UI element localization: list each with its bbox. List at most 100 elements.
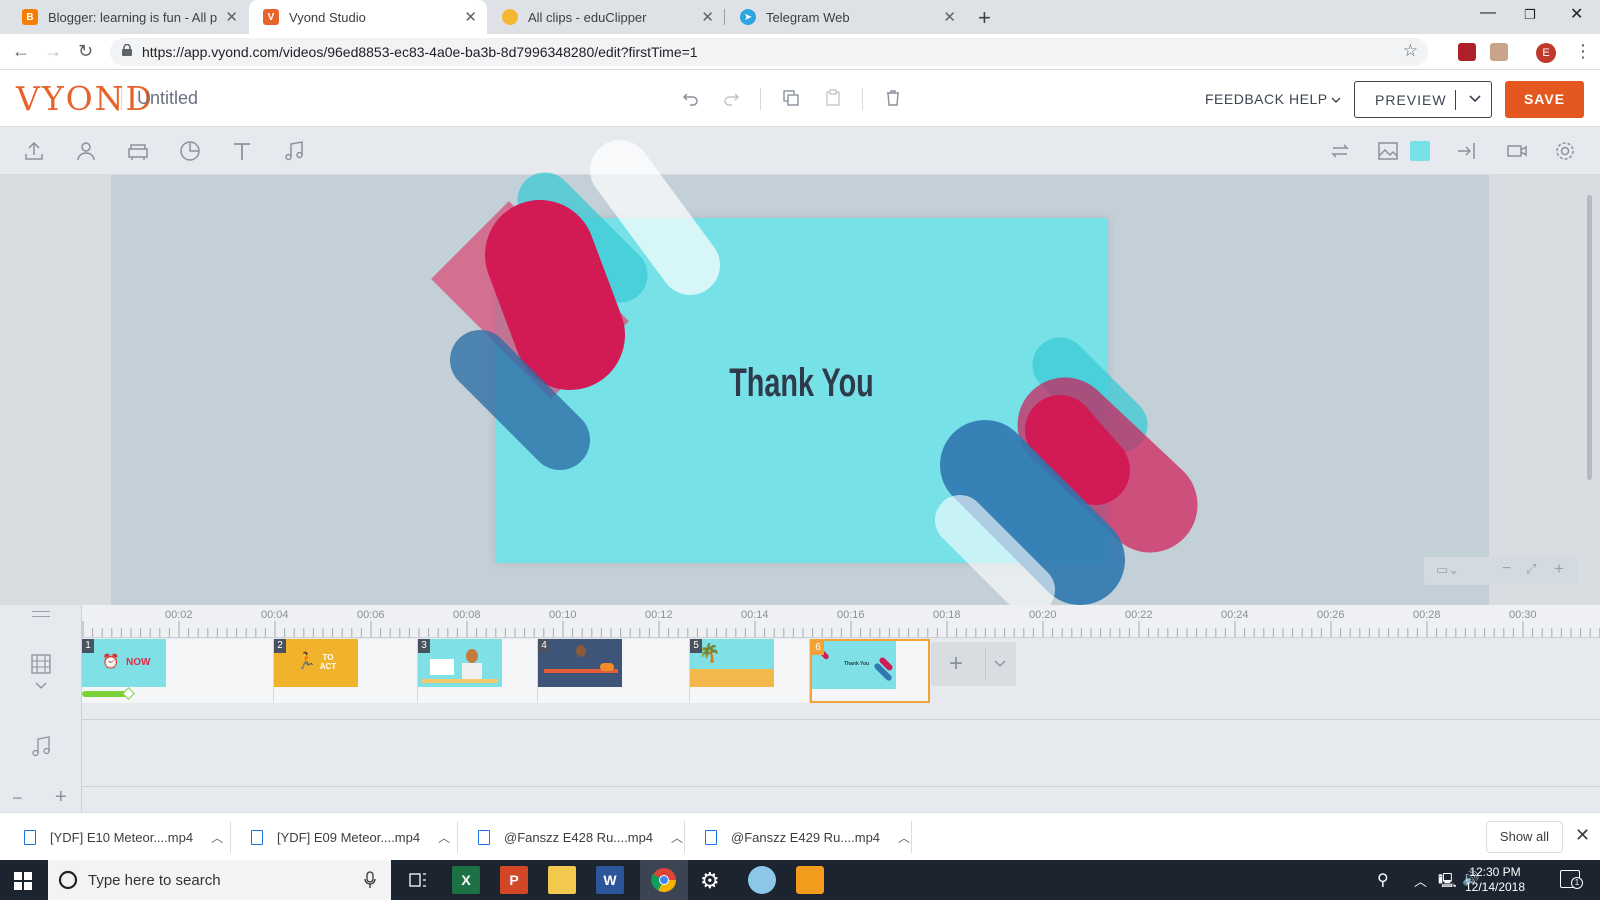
ruler-ticks [82,621,1600,637]
close-shelf-icon[interactable]: ✕ [1575,825,1590,846]
download-item[interactable]: @Fanszz E428 Ru....mp4 ︿ [478,813,683,861]
download-filename: @Fanszz E429 Ru....mp4 [731,829,881,845]
taskbar-search-box[interactable]: Type here to search [48,860,391,900]
file-icon [251,829,263,845]
ruler-tick-label: 00:10 [549,609,577,621]
stage-scrollbar[interactable] [1587,195,1592,480]
scene-number: 6 [812,641,824,655]
word-icon[interactable]: W [596,866,624,894]
download-filename: [YDF] E10 Meteor....mp4 [50,829,194,845]
scene-clip-5[interactable]: 5 🌴 [690,639,810,703]
scene-number: 4 [538,639,550,653]
action-center-icon[interactable]: 1 [1560,870,1583,889]
search-placeholder: Type here to search [88,872,221,889]
drag-handle-icon[interactable] [32,611,50,617]
collapse-tracks-icon[interactable]: − [12,788,23,809]
chevron-up-icon[interactable]: ︿ [671,829,683,846]
food-graphic [600,663,614,671]
scene-title-text[interactable]: Thank You [581,361,1022,406]
scene-thumbnail [538,639,622,687]
monitor-graphic [430,659,454,675]
powerpoint-icon[interactable]: P [500,866,528,894]
download-filename: @Fanszz E428 Ru....mp4 [504,829,654,845]
ruler-tick-label: 00:08 [453,609,481,621]
runner-icon: 🏃 [296,653,316,670]
ruler-tick-label: 00:04 [261,609,289,621]
ruler-tick-label: 00:18 [933,609,961,621]
scene-clip-3[interactable]: 3 [418,639,538,703]
media-player-icon[interactable] [796,866,824,894]
microphone-icon[interactable] [364,871,376,889]
windows-taskbar: Type here to search X P W ⚙ ⚲ ︿ 🖳 🔊 12:3… [0,860,1600,900]
task-view-icon[interactable] [404,866,432,894]
taskbar-clock[interactable]: 12:30 PM 12/14/2018 [1450,865,1540,895]
zoom-controls: ▭⌄ − ⤢ + [1424,557,1578,585]
divider [457,821,458,853]
people-icon[interactable]: ⚲ [1377,870,1389,890]
fit-screen-icon[interactable]: ▭⌄ [1436,562,1459,578]
file-icon [478,829,490,845]
thumbnail-caption: NOW [126,657,151,668]
scene-thumbnail: 🌴 [690,639,774,687]
divider [684,821,685,853]
ruler-tick-label: 00:12 [645,609,673,621]
clock-date: 12/14/2018 [1464,880,1526,894]
scene-thumbnail: 🏃 TO ACT [274,639,358,687]
alarm-clock-icon: ⏰ [102,653,120,669]
scene-number: 3 [418,639,430,653]
chevron-up-icon[interactable]: ︿ [898,829,910,846]
scene-clip-4[interactable]: 4 [538,639,690,703]
excel-icon[interactable]: X [452,866,480,894]
scene-thumbnail [418,639,502,687]
chevron-down-icon[interactable] [994,660,1006,668]
ruler-tick-label: 00:02 [165,609,193,621]
windows-start-icon[interactable] [14,872,32,890]
desk-graphic [422,679,498,683]
ruler-tick-label: 00:20 [1029,609,1057,621]
chevron-down-icon[interactable] [35,682,47,690]
cortana-icon [58,870,78,890]
expand-icon[interactable]: ⤢ [1526,561,1536,577]
scene-thumbnail: Thank You [812,641,896,689]
paint-icon[interactable] [748,866,776,894]
thumbnail-caption: TO ACT [319,653,337,671]
notification-count: 1 [1571,877,1583,889]
divider [230,821,231,853]
thumbnail-caption: Thank You [844,661,870,667]
scene-decorative-stripes [431,140,1198,615]
chevron-up-icon[interactable]: ︿ [211,829,223,846]
file-explorer-icon[interactable] [548,866,576,894]
timeline-ruler[interactable]: 00:02 00:04 00:06 00:08 00:10 00:12 00:1… [82,605,1600,638]
download-shelf: [YDF] E10 Meteor....mp4 ︿ [YDF] E09 Mete… [0,812,1600,860]
divider [985,648,986,680]
scene-thumbnail: ⏰ NOW [82,639,166,687]
ruler-tick-label: 00:22 [1125,609,1153,621]
audio-track-icon [32,736,50,757]
video-track-icon [31,654,51,674]
scene-clip-6-selected[interactable]: 6 Thank You [810,639,930,703]
divider [911,821,912,853]
zoom-out-icon[interactable]: − [1502,560,1511,578]
zoom-in-icon[interactable]: + [1554,559,1564,579]
add-track-icon[interactable]: + [55,786,67,809]
file-icon [705,829,717,845]
chevron-up-icon[interactable]: ︿ [438,829,450,846]
download-item[interactable]: @Fanszz E429 Ru....mp4 ︿ [705,813,910,861]
chevron-up-icon[interactable]: ︿ [1414,871,1427,890]
add-scene-button[interactable]: + [931,642,1016,686]
chrome-taskbar-active[interactable] [640,860,688,900]
person-graphic [576,645,586,657]
ruler-tick-label: 00:28 [1413,609,1441,621]
download-filename: [YDF] E09 Meteor....mp4 [277,829,421,845]
timeline-track-labels: − + [0,605,82,812]
settings-gear-icon[interactable]: ⚙ [700,868,720,894]
ruler-tick-label: 00:24 [1221,609,1249,621]
show-all-downloads-button[interactable]: Show all [1486,821,1563,853]
download-item[interactable]: [YDF] E09 Meteor....mp4 ︿ [251,813,450,861]
scene-clip-2[interactable]: 2 🏃 TO ACT [274,639,418,703]
person-graphic [466,649,478,663]
audio-track[interactable] [82,721,1600,787]
plus-icon: + [949,650,964,677]
download-item[interactable]: [YDF] E10 Meteor....mp4 ︿ [24,813,223,861]
ruler-tick-label: 00:30 [1509,609,1537,621]
